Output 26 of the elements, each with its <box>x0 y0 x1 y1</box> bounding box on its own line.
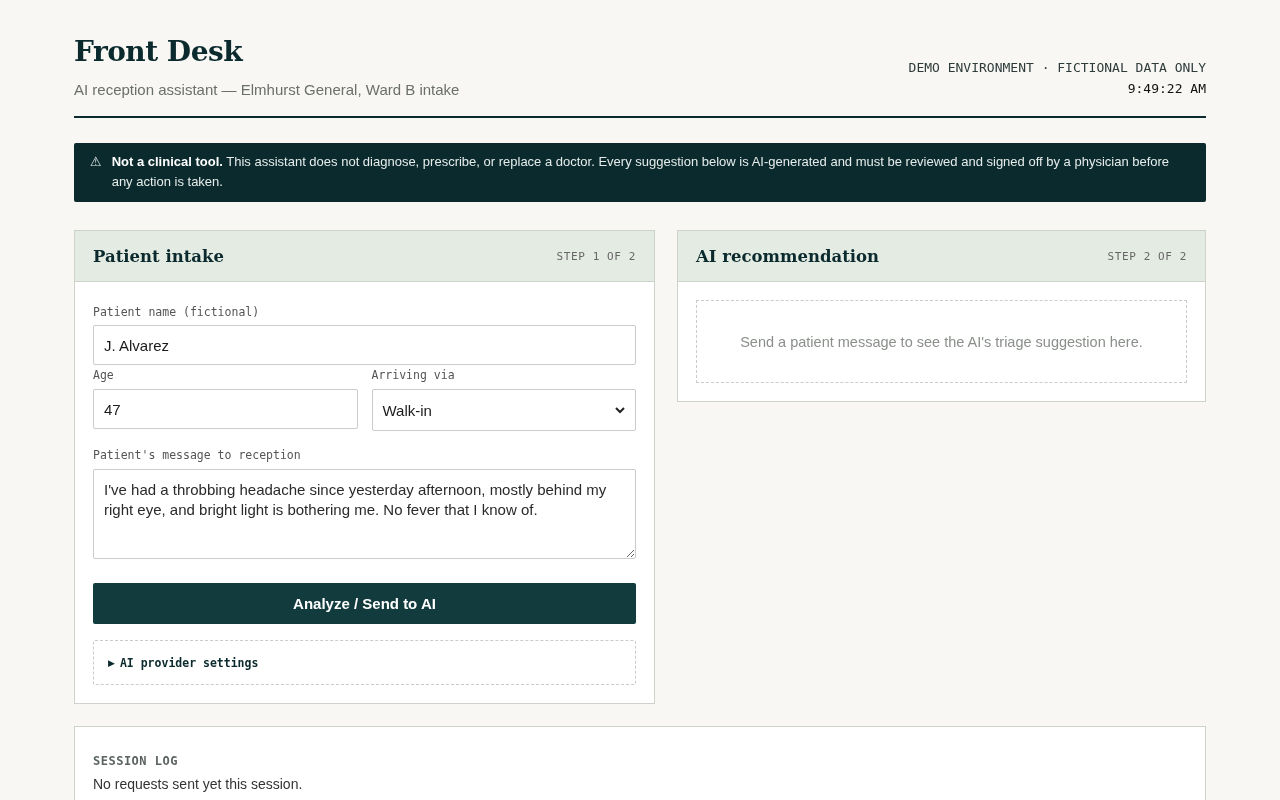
field-label: Age <box>93 367 114 383</box>
step-label: STEP 2 OF 2 <box>1107 249 1187 263</box>
analyze-button[interactable]: Analyze / Send to AI <box>93 583 636 624</box>
environment-label: DEMO ENVIRONMENT · FICTIONAL DATA ONLY <box>908 59 1206 77</box>
empty-state-text: Send a patient message to see the AI's triage suggestion here. <box>740 333 1143 350</box>
field-label: Patient name (fictional) <box>93 304 260 320</box>
clock-time: 9:49:22 AM <box>1126 80 1206 98</box>
page-title: Front Desk <box>74 34 244 70</box>
disclosure-triangle-icon: ▶ <box>108 656 115 669</box>
card-title: AI recommendation <box>696 246 880 266</box>
field-label: Patient's message to reception <box>93 447 301 463</box>
arrival-select[interactable]: Walk-in <box>371 389 636 431</box>
settings-disclosure[interactable]: ▶ AI provider settings <box>93 640 636 685</box>
age-input[interactable]: 47 <box>93 389 358 429</box>
card-title: Patient intake <box>93 246 224 266</box>
warning-icon: ⚠ <box>90 152 102 172</box>
empty-log-text: No requests sent yet this session. <box>93 776 303 792</box>
field-label: Arriving via <box>371 367 455 383</box>
section-heading: SESSION LOG <box>93 753 178 769</box>
settings-label[interactable]: AI provider settings <box>119 655 259 670</box>
message-textarea[interactable]: I've had a throbbing headache since yesterday afternoon, mostly behind my right eye, and bright light is bothering me. No fever that I know of. <box>93 469 636 559</box>
name-input[interactable]: J. Alvarez <box>93 325 636 365</box>
step-label: STEP 1 OF 2 <box>556 249 636 263</box>
chevron-down-icon <box>615 406 625 414</box>
disclaimer-text: Not a clinical tool. This assistant does not diagnose, prescribe, or replace a doctor. Every suggestion below is AI-generated and must be reviewed and signed off by a physician before any action is taken. <box>111 153 1171 191</box>
page-subtitle: AI reception assistant — Elmhurst General, Ward B intake <box>74 80 460 100</box>
